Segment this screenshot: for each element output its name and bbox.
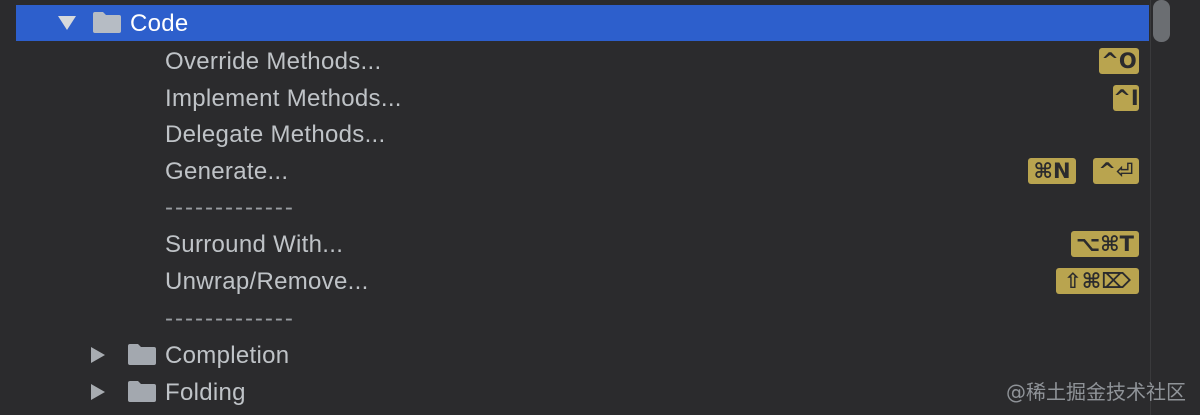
action-label: Generate...: [165, 158, 289, 185]
tree-group-completion[interactable]: Completion: [16, 337, 1149, 373]
shortcut-badge: ^I: [1113, 85, 1139, 111]
tree-item-unwrap-remove[interactable]: Unwrap/Remove... ⇧⌘⌦: [16, 263, 1149, 299]
expand-arrow-icon[interactable]: [91, 384, 105, 400]
expand-arrow-icon[interactable]: [58, 16, 76, 30]
shortcut-badge: ⌥⌘T: [1071, 231, 1139, 257]
separator-line: -------------: [165, 305, 295, 332]
tree-group-label: Code: [130, 10, 189, 37]
tree-group-label: Completion: [165, 342, 290, 369]
tree-separator: -------------: [16, 189, 1149, 225]
shortcut-badge: ^O: [1099, 48, 1139, 74]
action-label: Delegate Methods...: [165, 121, 386, 148]
tree-group-folding[interactable]: Folding: [16, 374, 1149, 410]
tree-item-override-methods[interactable]: Override Methods... ^O: [16, 43, 1149, 79]
action-label: Surround With...: [165, 231, 344, 258]
separator-line: -------------: [165, 194, 295, 221]
tree-separator: -------------: [16, 300, 1149, 336]
tree-group-label: Folding: [165, 379, 246, 406]
tree-item-implement-methods[interactable]: Implement Methods... ^I: [16, 80, 1149, 116]
tree-item-delegate-methods[interactable]: Delegate Methods...: [16, 116, 1149, 152]
expand-arrow-icon[interactable]: [91, 347, 105, 363]
tree-group-code[interactable]: Code: [16, 5, 1149, 41]
tree-item-surround-with[interactable]: Surround With... ⌥⌘T: [16, 226, 1149, 262]
folder-icon: [93, 12, 121, 33]
shortcut-badge: ^⏎: [1093, 158, 1139, 184]
watermark-text: @稀土掘金技术社区: [1006, 380, 1186, 404]
vertical-scrollbar[interactable]: [1150, 0, 1200, 415]
action-label: Implement Methods...: [165, 85, 402, 112]
tree-item-generate[interactable]: Generate... ⌘N ^⏎: [16, 153, 1149, 189]
action-label: Override Methods...: [165, 48, 382, 75]
scrollbar-thumb[interactable]: [1153, 0, 1170, 42]
action-label: Unwrap/Remove...: [165, 268, 369, 295]
folder-icon: [128, 381, 156, 402]
folder-icon: [128, 344, 156, 365]
keymap-tree: Code Override Methods... ^O Implement Me…: [0, 0, 1150, 415]
shortcut-badge: ⇧⌘⌦: [1056, 268, 1139, 294]
shortcut-badge: ⌘N: [1028, 158, 1076, 184]
